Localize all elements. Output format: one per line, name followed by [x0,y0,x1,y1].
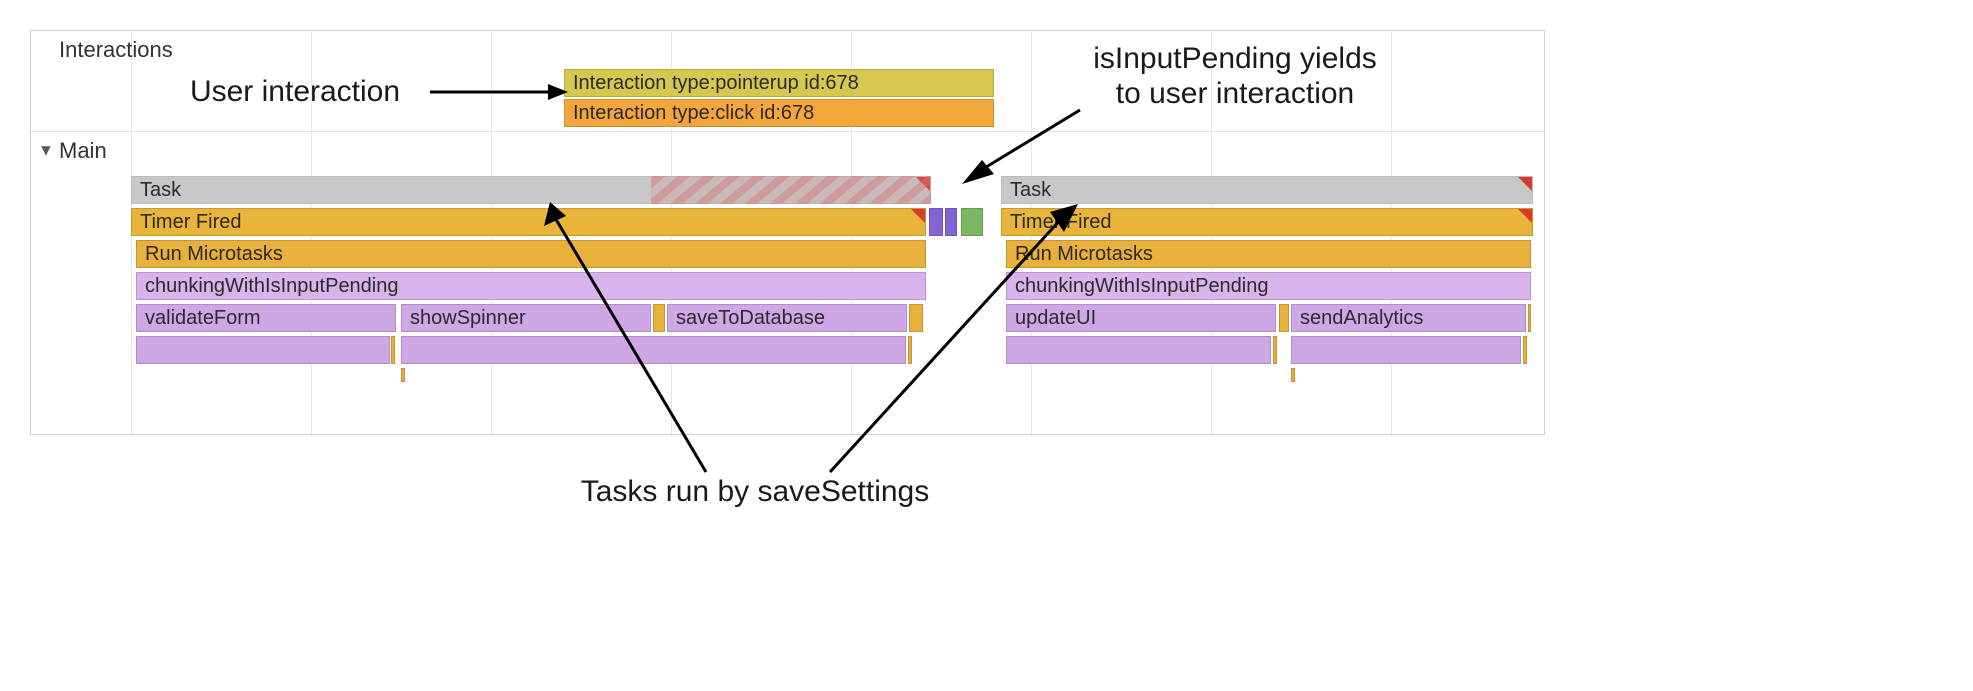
anon-1b[interactable] [391,336,395,364]
tiny-tick-2[interactable] [1291,368,1295,382]
annotation-isinputpending-l2: to user interaction [1116,77,1354,110]
chunking-2[interactable]: chunkingWithIsInputPending [1006,272,1531,300]
run-microtasks-2[interactable]: Run Microtasks [1006,240,1531,268]
annotation-isinputpending-l1: isInputPending yields [1093,42,1377,75]
anon-4[interactable] [1291,336,1521,364]
task-bar-1-longtask-hatch [651,176,931,204]
tiny-tick-1[interactable] [401,368,405,382]
annotation-user-interaction: User interaction [155,75,435,110]
arrow-tasks-right-icon [830,202,1080,478]
arrow-tasks-left-icon [540,202,720,478]
disclosure-triangle-icon[interactable]: ▼ [38,141,54,160]
interaction-click-bar[interactable]: Interaction type:click id:678 [564,99,994,127]
anon-3b[interactable] [1273,336,1277,364]
chunking-1[interactable]: chunkingWithIsInputPending [136,272,926,300]
sliver-gold-3[interactable] [1279,304,1289,332]
timer-fired-1[interactable]: Timer Fired [131,208,926,236]
interaction-pointerup-bar[interactable]: Interaction type:pointerup id:678 [564,69,994,97]
run-microtasks-1[interactable]: Run Microtasks [136,240,926,268]
arrow-user-interaction-icon [430,78,570,108]
arrow-isinputpending-icon [960,110,1090,190]
fn-sendAnalytics[interactable]: sendAnalytics [1291,304,1526,332]
section-interactions-title: Interactions [59,37,173,63]
anon-4b[interactable] [1523,336,1527,364]
sliver-gold-4[interactable] [1528,304,1531,332]
fn-validateForm[interactable]: validateForm [136,304,396,332]
annotation-tasks-run-by: Tasks run by saveSettings [545,475,965,510]
anon-1[interactable] [136,336,390,364]
annotation-isinputpending: isInputPending yields to user interactio… [1075,42,1395,111]
timer-fired-2[interactable]: Timer Fired [1001,208,1533,236]
section-main-title: Main [59,138,107,164]
section-main: ▼ Main Task Task Timer Fired Timer Fired… [31,131,1544,436]
